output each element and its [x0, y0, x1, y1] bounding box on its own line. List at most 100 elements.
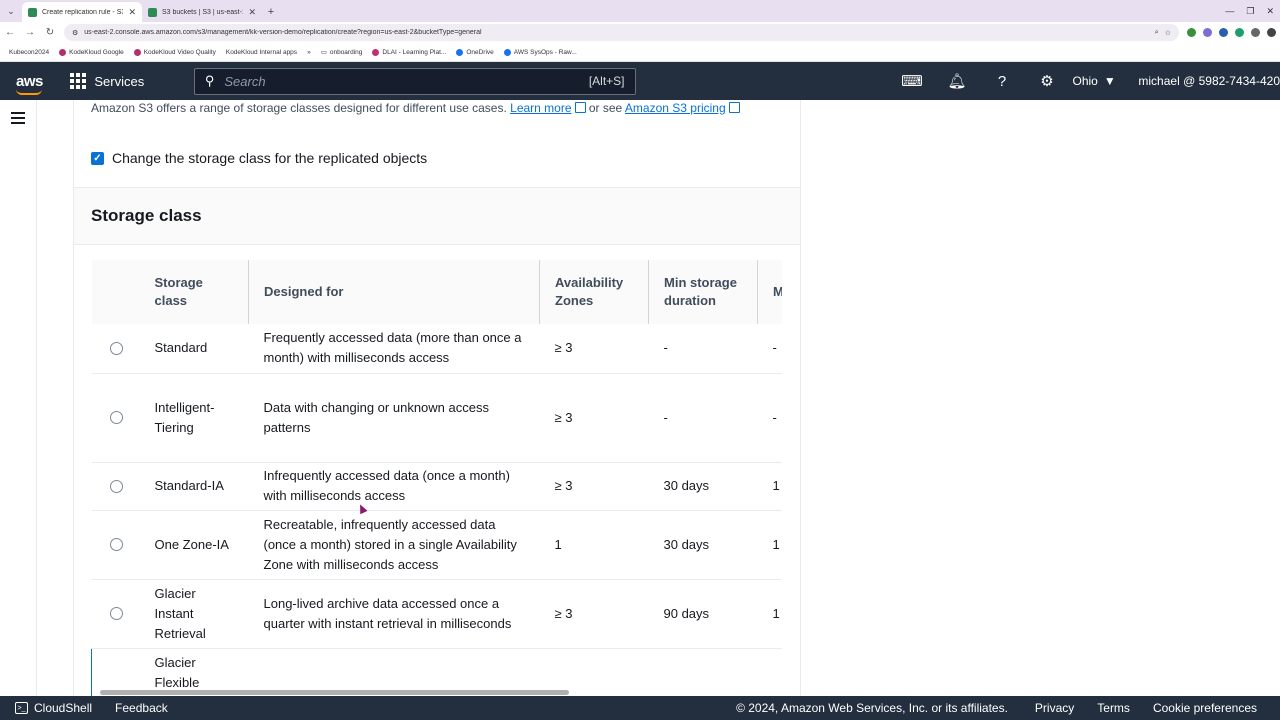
more-bookmarks[interactable]: » — [307, 49, 311, 56]
description-text: Amazon S3 offers a range of storage clas… — [91, 101, 507, 115]
site-info-icon[interactable]: ⚙ — [72, 29, 78, 37]
table-row[interactable]: Glacier Flexible — [91, 647, 782, 696]
browser-tab-replication[interactable]: Create replication rule - S3 buck ✕ — [22, 2, 142, 22]
url-text: us-east-2.console.aws.amazon.com/s3/mana… — [84, 29, 482, 36]
region-selector[interactable]: Ohio ▼ — [1073, 74, 1125, 88]
close-tab-icon[interactable]: ✕ — [128, 7, 136, 18]
extension-icon[interactable] — [1219, 28, 1228, 37]
bell-icon[interactable]: 🔔︎ — [935, 72, 980, 90]
storage-class-radio-glacier-instant-retrieval[interactable] — [109, 607, 123, 620]
folder-icon: ▭ — [320, 49, 327, 56]
menu-icon[interactable] — [1267, 28, 1276, 37]
browser-tab-buckets[interactable]: S3 buckets | S3 | us-east-1 ✕ — [142, 2, 262, 22]
bookmark-item[interactable]: DLAI - Learning Plat... — [372, 48, 447, 56]
storage-class-radio-standard[interactable] — [109, 341, 123, 355]
storage-class-radio-standard-ia[interactable] — [109, 479, 123, 493]
column-header-availability-zones[interactable]: Availability Zones — [539, 260, 649, 324]
feedback-link[interactable]: Feedback — [115, 701, 168, 715]
services-button[interactable]: Services — [55, 73, 193, 89]
cloudshell-icon[interactable]: ⌨ — [890, 72, 935, 90]
section-title: Storage class — [91, 206, 202, 225]
extension-icon[interactable] — [1251, 28, 1260, 37]
extension-icon[interactable] — [1187, 28, 1196, 37]
storage-class-description: Amazon S3 offers a range of storage clas… — [91, 101, 740, 115]
extension-icon[interactable] — [1203, 28, 1212, 37]
min-duration-cell: - — [648, 324, 758, 374]
reload-icon[interactable]: ↻ — [44, 27, 56, 38]
back-icon[interactable]: ← — [4, 27, 16, 38]
scrollbar-thumb[interactable] — [100, 690, 569, 695]
storage-class-radio-intelligent-tiering[interactable] — [109, 411, 123, 424]
column-header-storage-class[interactable]: Storage class — [139, 260, 249, 324]
column-header-designed-for[interactable]: Designed for — [248, 260, 540, 324]
terms-link[interactable]: Terms — [1097, 701, 1130, 715]
horizontal-scrollbar[interactable] — [100, 690, 781, 695]
storage-class-radio-one-zone-ia[interactable] — [109, 538, 123, 551]
privacy-link[interactable]: Privacy — [1035, 701, 1074, 715]
bookmark-label: DLAI - Learning Plat... — [382, 48, 447, 56]
checkbox-label: Change the storage class for the replica… — [112, 150, 428, 166]
s3-favicon-icon — [28, 7, 37, 17]
extensions — [1187, 28, 1276, 37]
gear-icon[interactable]: ⚙ — [1025, 72, 1070, 90]
bookmark-label: KodeKloud Internal apps — [225, 48, 298, 56]
tab-search-icon[interactable]: ⌄ — [0, 0, 22, 22]
table-row[interactable]: Intelligent-Tiering Data with changing o… — [91, 373, 782, 463]
column-header-min-storage-duration[interactable]: Min storage duration — [648, 260, 758, 324]
hamburger-menu-icon[interactable] — [11, 112, 25, 127]
bookmark-item[interactable]: Kubecon2024 — [9, 49, 49, 56]
storage-class-name: Standard — [139, 324, 249, 374]
change-storage-class-option[interactable]: ✓ Change the storage class for the repli… — [91, 150, 427, 166]
bookmark-item[interactable]: KodeKloud Internal apps — [226, 49, 297, 56]
table-row[interactable]: Standard-IA Infrequently accessed data (… — [91, 462, 782, 511]
search-icon: ⚲ — [204, 73, 215, 88]
zoom-icon[interactable]: ⌕ — [1155, 29, 1159, 37]
availability-zones-cell: ≥ 3 — [539, 462, 649, 511]
search-placeholder: Search — [224, 73, 266, 89]
table-row[interactable]: Glacier Instant Retrieval Long-lived arc… — [91, 579, 782, 649]
help-icon[interactable]: ? — [980, 73, 1025, 90]
bookmark-icon — [372, 48, 380, 56]
bookmark-star-icon[interactable]: ☆ — [1165, 29, 1171, 37]
or-see-text: or see — [588, 101, 623, 115]
s3-favicon-icon — [148, 7, 157, 17]
aws-smile-icon — [16, 89, 42, 95]
bookmark-label: Kubecon2024 — [9, 48, 50, 56]
bookmark-item[interactable]: ▭ onboarding — [320, 48, 363, 57]
bookmark-icon — [133, 48, 141, 56]
change-storage-class-checkbox[interactable]: ✓ — [91, 151, 104, 165]
availability-zones-cell: 1 — [539, 510, 649, 580]
nav-icons: ⌨ 🔔︎ ? ⚙ — [890, 72, 1070, 91]
bookmark-item[interactable]: KodeKloud Video Quality — [133, 48, 216, 56]
forward-icon[interactable]: → — [24, 27, 36, 38]
tab-title: Create replication rule - S3 buck — [42, 8, 124, 16]
min-duration-cell: - — [648, 373, 758, 463]
search-input[interactable]: ⚲ Search [Alt+S] — [193, 67, 636, 95]
cloud-icon — [503, 48, 511, 56]
column-header-truncated[interactable]: M ob — [757, 260, 782, 324]
table-row[interactable]: One Zone-IA Recreatable, infrequently ac… — [91, 510, 782, 580]
bookmark-item[interactable]: AWS SysOps - Raw... — [503, 48, 577, 56]
storage-class-table: Storage class Designed for Availability … — [91, 260, 782, 696]
cloudshell-button[interactable]: >_ CloudShell — [0, 701, 92, 715]
restore-icon[interactable]: ❐ — [1246, 6, 1254, 17]
account-menu[interactable]: michael @ 5982-7434-420 — [1138, 74, 1280, 88]
learn-more-link[interactable]: Learn more — [510, 101, 571, 115]
min-duration-cell — [648, 647, 758, 696]
truncated-cell: 1 — [757, 510, 782, 580]
address-bar[interactable]: ⚙ us-east-2.console.aws.amazon.com/s3/ma… — [64, 24, 1179, 41]
new-tab-icon[interactable]: + — [262, 2, 280, 22]
bookmark-item[interactable]: KodeKloud Google — [59, 48, 124, 56]
aws-logo[interactable]: aws — [0, 73, 55, 95]
table-row[interactable]: Standard Frequently accessed data (more … — [91, 324, 782, 374]
min-duration-cell: 30 days — [648, 462, 758, 511]
close-tab-icon[interactable]: ✕ — [248, 7, 256, 18]
bookmark-icon — [59, 48, 67, 56]
s3-pricing-link[interactable]: Amazon S3 pricing — [625, 101, 726, 115]
storage-class-name: Glacier Instant Retrieval — [139, 579, 249, 649]
minimize-icon[interactable]: — — [1225, 6, 1234, 16]
extension-icon[interactable] — [1235, 28, 1244, 37]
close-window-icon[interactable]: ✕ — [1266, 6, 1274, 17]
bookmark-item[interactable]: OneDrive — [456, 48, 494, 56]
cookie-preferences-link[interactable]: Cookie preferences — [1153, 701, 1257, 715]
